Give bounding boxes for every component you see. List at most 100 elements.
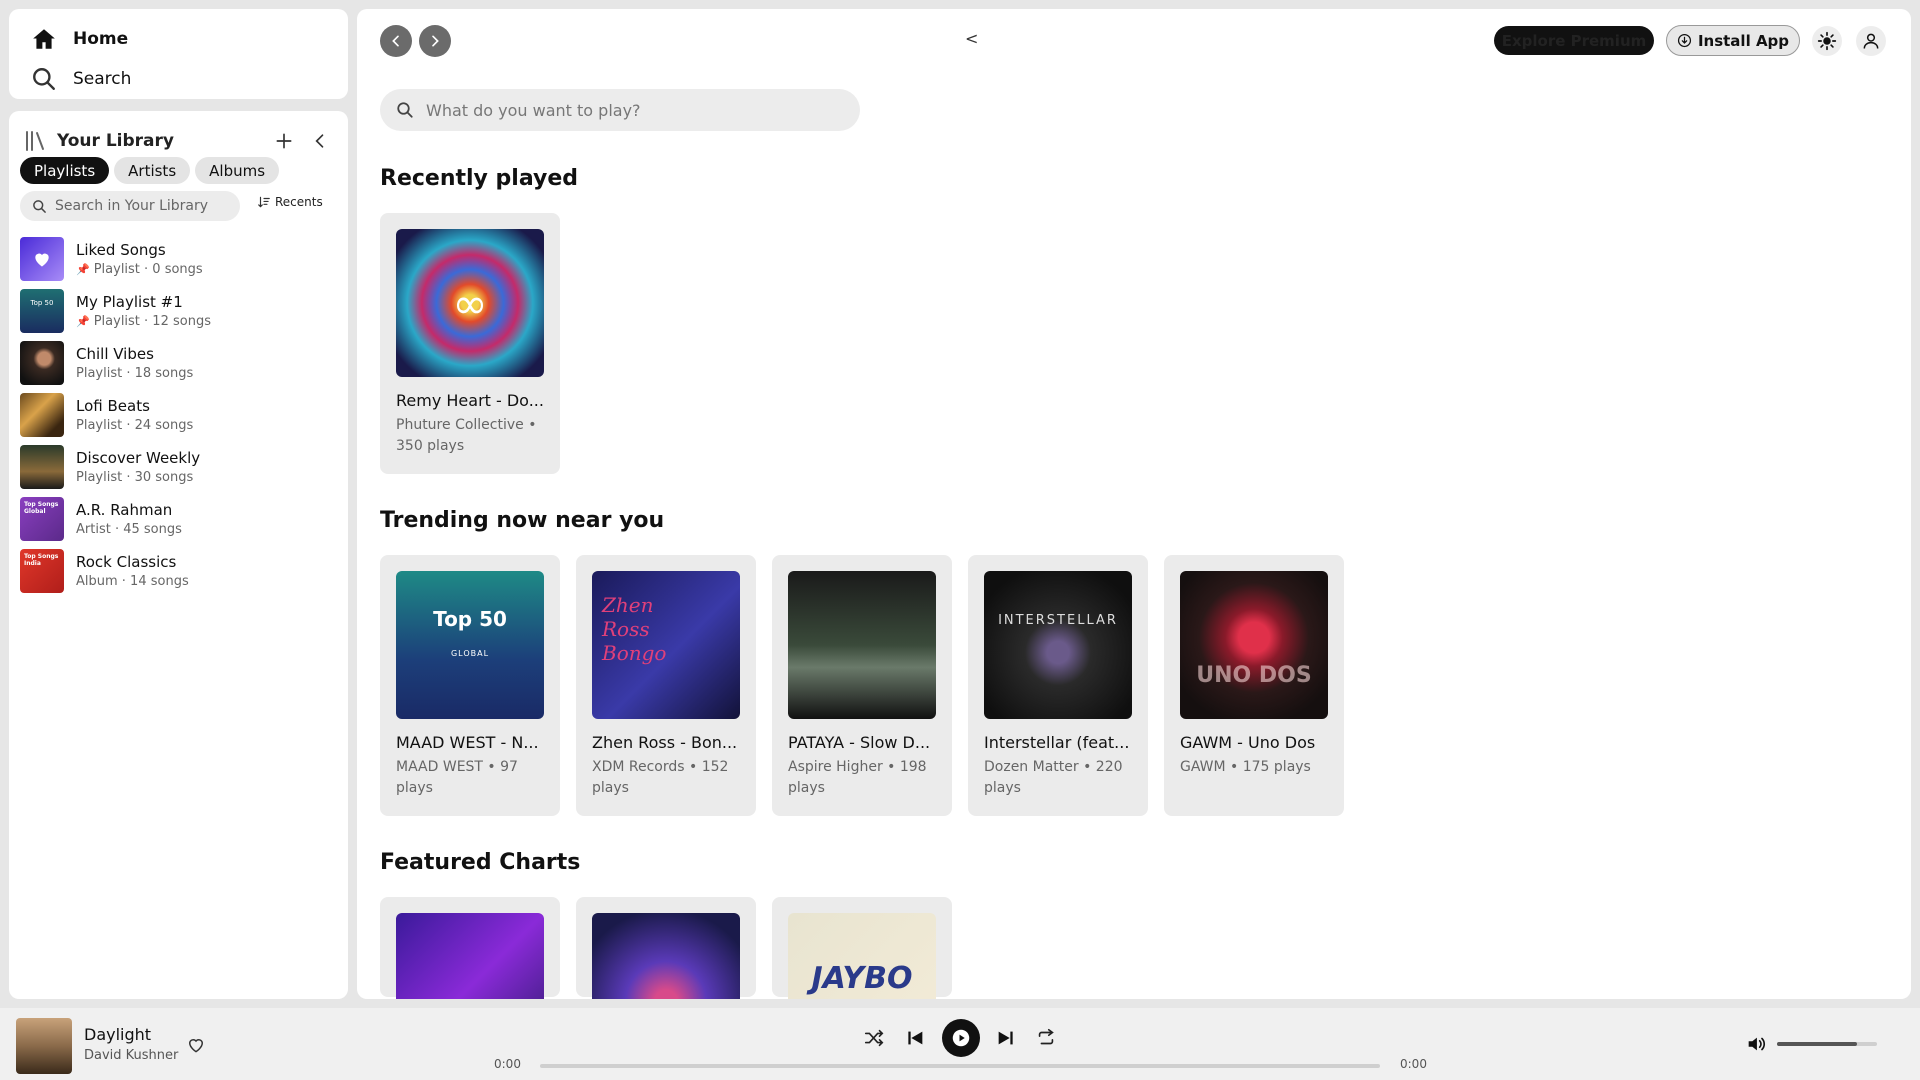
library-item-chill-vibes[interactable]: Chill Vibes Playlist · 18 songs [20, 337, 340, 389]
library-item-name: Rock Classics [76, 553, 177, 571]
card-sub: GAWM • 175 plays [1180, 759, 1311, 775]
volume-slider[interactable] [1777, 1042, 1877, 1046]
create-playlist-button[interactable] [270, 127, 298, 155]
chevron-left-icon [315, 134, 324, 148]
library-list: Liked Songs 📌 Playlist · 0 songs Top 50 M… [20, 233, 340, 597]
library-item-meta: Playlist · 18 songs [76, 366, 194, 381]
trending-card[interactable]: INTERSTELLAR Interstellar (feat... Dozen… [968, 555, 1148, 816]
play-icon [952, 1029, 970, 1047]
library-item-discover-weekly[interactable]: Discover Weekly Playlist · 30 songs [20, 441, 340, 493]
library-item-meta: Playlist · 12 songs [93, 314, 211, 329]
filter-playlists[interactable]: Playlists [20, 157, 110, 184]
art-subtext: GLOBAL [450, 649, 490, 658]
profile-button[interactable] [1856, 26, 1886, 56]
card-title: PATAYA - Slow D... [788, 733, 931, 752]
player-bar: Daylight David Kushner 0:00 0:00 [0, 1008, 1920, 1080]
library-item-rock-classics[interactable]: Top Songs India Rock Classics Album · 14… [20, 545, 340, 597]
install-app-button[interactable]: Install App [1666, 25, 1800, 56]
volume-fill [1777, 1042, 1857, 1046]
library-item-my-playlist[interactable]: Top 50 My Playlist #1 📌 Playlist · 12 son… [20, 285, 340, 337]
art-text: JAYBO [811, 961, 913, 996]
art-text: Top 50 [433, 607, 507, 631]
repeat-button[interactable] [1032, 1024, 1060, 1052]
section-title-charts: Featured Charts [380, 850, 581, 875]
library-item-lofi-beats[interactable]: Lofi Beats Playlist · 24 songs [20, 389, 340, 441]
shuffle-icon [864, 1029, 884, 1047]
library-search-input[interactable] [55, 198, 225, 214]
library-item-liked-songs[interactable]: Liked Songs 📌 Playlist · 0 songs [20, 233, 340, 285]
previous-button[interactable] [901, 1024, 929, 1052]
heart-outline-icon[interactable] [186, 1035, 206, 1055]
card-title: Zhen Ross - Bon... [592, 733, 738, 752]
card-art: ∞ [396, 229, 544, 377]
chart-card[interactable]: JAYBO [772, 897, 952, 999]
explore-premium-button[interactable]: Explore Premium [1494, 26, 1654, 55]
repeat-icon [1038, 1028, 1054, 1045]
chill-vibes-thumb [20, 341, 64, 385]
sort-label: Recents [275, 195, 323, 209]
chart-card[interactable] [380, 897, 560, 999]
collapse-chevron[interactable]: < [965, 29, 978, 48]
card-title: Interstellar (feat... [984, 733, 1130, 752]
pin-icon: 📌 [76, 315, 90, 328]
rock-classics-thumb: Top Songs India [20, 549, 64, 593]
filter-artists[interactable]: Artists [114, 157, 191, 184]
user-icon [1863, 33, 1879, 49]
plus-icon [276, 133, 292, 149]
trending-card[interactable]: PATAYA - Slow D... Aspire Higher • 198 p… [772, 555, 952, 816]
nav-home-label: Home [73, 29, 129, 49]
main-search-input[interactable] [426, 100, 846, 120]
section-title-trending: Trending now near you [380, 508, 665, 533]
next-button[interactable] [992, 1024, 1020, 1052]
library-item-meta: Playlist · 0 songs [93, 262, 203, 277]
library-icon [26, 131, 44, 151]
shuffle-button[interactable] [860, 1024, 888, 1052]
chart-card[interactable] [576, 897, 756, 999]
art-text: Zhen Ross Bongo [602, 593, 667, 665]
theme-toggle-button[interactable] [1812, 26, 1842, 56]
art-text: UNO DOS [1196, 663, 1312, 688]
card-art [592, 913, 740, 999]
recent-row: ∞ Remy Heart - Do... Phuture Collective … [380, 213, 560, 474]
trending-card[interactable]: Zhen Ross Bongo Zhen Ross - Bon... XDM R… [576, 555, 756, 816]
collapse-library-button[interactable] [306, 127, 334, 155]
library-item-name: Discover Weekly [76, 449, 201, 467]
now-playing-title[interactable]: Daylight [84, 1025, 151, 1044]
card-art: Top 50 GLOBAL [396, 571, 544, 719]
library-item-meta: Playlist · 30 songs [76, 470, 194, 485]
card-sub: Aspire Higher • 198 plays [788, 759, 927, 796]
infinity-icon: ∞ [452, 278, 488, 328]
card-sub: Dozen Matter • 220 plays [984, 759, 1123, 796]
library-item-name: Liked Songs [76, 241, 166, 259]
trending-card[interactable]: UNO DOS GAWM - Uno Dos GAWM • 175 plays [1164, 555, 1344, 816]
progress-bar[interactable] [540, 1064, 1380, 1068]
lofi-beats-thumb [20, 393, 64, 437]
filter-albums[interactable]: Albums [195, 157, 280, 184]
thumb-text: Top Songs Global [24, 501, 59, 515]
sort-recents-button[interactable]: Recents [257, 195, 323, 209]
pin-icon: 📌 [76, 263, 90, 276]
library-title[interactable]: Your Library [57, 131, 262, 151]
play-button[interactable] [942, 1019, 980, 1057]
duration-time: 0:00 [1400, 1057, 1427, 1071]
forward-button[interactable] [419, 25, 451, 57]
trending-card[interactable]: Top 50 GLOBAL MAAD WEST - N... MAAD WEST… [380, 555, 560, 816]
now-playing-artist[interactable]: David Kushner [84, 1048, 178, 1063]
card-art [788, 571, 936, 719]
nav-search[interactable]: Search [9, 59, 348, 99]
main-content: < Explore Premium Install App Recently p… [357, 9, 1911, 999]
volume-icon[interactable] [1745, 1033, 1767, 1055]
liked-songs-thumb [20, 237, 64, 281]
thumb-text: Top Songs India [24, 553, 59, 567]
library-item-name: My Playlist #1 [76, 293, 183, 311]
library-item-name: A.R. Rahman [76, 501, 173, 519]
sort-icon [258, 196, 270, 208]
skip-forward-icon [998, 1031, 1013, 1045]
card-title: GAWM - Uno Dos [1180, 733, 1316, 752]
recent-card[interactable]: ∞ Remy Heart - Do... Phuture Collective … [380, 213, 560, 474]
library-item-ar-rahman[interactable]: Top Songs Global A.R. Rahman Artist · 45… [20, 493, 340, 545]
nav-home[interactable]: Home [9, 19, 348, 59]
card-art [396, 913, 544, 999]
library-search [20, 191, 240, 221]
back-button[interactable] [380, 25, 412, 57]
